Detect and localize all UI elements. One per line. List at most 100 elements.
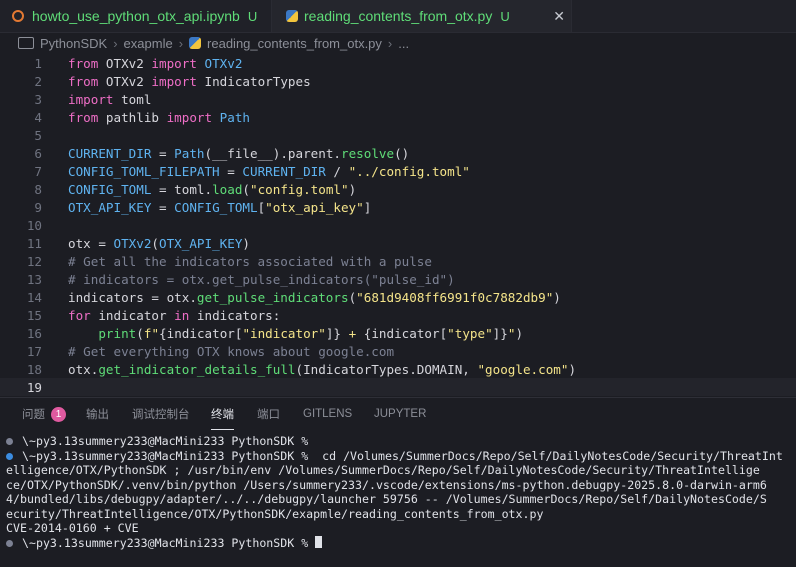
code-line[interactable]: 18 otx.get_indicator_details_full(Indicat… — [0, 360, 796, 378]
code-token: OTXv2 — [98, 73, 152, 89]
line-number: 10 — [26, 217, 42, 233]
code-token: "681d9408ff6991f0c7882db9" — [356, 289, 554, 305]
code-token: (__file__).parent. — [204, 145, 341, 161]
code-token: / — [325, 163, 349, 179]
terminal-prompt: \~py3.13summery233@MacMini233 PythonSDK … — [22, 535, 316, 550]
terminal-line: \~py3.13summery233@MacMini233 PythonSDK … — [0, 449, 796, 464]
chevron-right-icon: › — [178, 35, 184, 51]
chevron-right-icon: › — [113, 35, 118, 51]
command-status-dot[interactable] — [6, 438, 13, 445]
line-number: 14 — [26, 289, 42, 305]
tab-terminal[interactable]: 终端 — [211, 398, 234, 430]
code-line[interactable]: 6 CURRENT_DIR = Path(__file__).parent.res… — [0, 144, 796, 162]
code-token: indicators = otx. — [68, 289, 197, 305]
breadcrumb-item[interactable]: PythonSDK — [40, 36, 107, 51]
code-comment: # indicators = otx.get_pulse_indicators(… — [68, 271, 455, 287]
code-token: import — [166, 109, 213, 125]
code-token: "type" — [447, 325, 493, 341]
line-number: 6 — [34, 145, 42, 161]
terminal-line: elligence/OTX/PythonSDK ; /usr/bin/env /… — [0, 463, 796, 478]
code-token: for — [68, 307, 91, 323]
code-token: import — [151, 73, 197, 89]
code-line[interactable]: 14 indicators = otx.get_pulse_indicators(… — [0, 288, 796, 306]
code-token: OTX_API_KEY — [68, 199, 152, 215]
code-line[interactable]: 1 from OTXv2 import OTXv2 — [0, 54, 796, 72]
terminal-line: 4/bundled/libs/debugpy/adapter/../../deb… — [0, 492, 796, 507]
editor-tab-bar: howto_use_python_otx_api.ipynb U reading… — [0, 0, 796, 33]
tab-jupyter[interactable]: JUPYTER — [374, 398, 426, 430]
code-line[interactable]: 17 # Get everything OTX knows about googl… — [0, 342, 796, 360]
code-line[interactable]: 2 from OTXv2 import IndicatorTypes — [0, 72, 796, 90]
code-line[interactable]: 11 otx = OTXv2(OTX_API_KEY) — [0, 234, 796, 252]
terminal-line: ecurity/ThreatIntelligence/OTX/PythonSDK… — [0, 507, 796, 522]
code-token: ( — [242, 181, 251, 197]
code-line[interactable]: 12 # Get all the indicators associated wi… — [0, 252, 796, 270]
tab-gitlens[interactable]: GITLENS — [303, 398, 352, 430]
line-number: 4 — [34, 109, 42, 125]
tab-ports[interactable]: 端口 — [257, 398, 280, 430]
code-token: otx. — [68, 361, 99, 377]
code-line[interactable]: 8 CONFIG_TOML = toml.load("config.toml") — [0, 180, 796, 198]
code-token: indicators: — [189, 307, 281, 323]
panel-tab-bar: 问题 1 输出 调试控制台 终端 端口 GITLENS JUPYTER — [0, 398, 796, 430]
code-token: Path — [212, 109, 251, 125]
breadcrumb-item[interactable]: reading_contents_from_otx.py — [207, 36, 382, 51]
code-line[interactable]: 3 import toml — [0, 90, 796, 108]
breadcrumb-item[interactable]: exapmle — [124, 36, 173, 51]
code-token: from — [68, 73, 99, 89]
code-line-current[interactable]: 19 — [0, 378, 796, 396]
code-token: from — [68, 109, 99, 125]
code-line[interactable]: 16 print(f"{indicator["indicator"]} + {i… — [0, 324, 796, 342]
code-token: = — [219, 163, 243, 179]
terminal-text: ce/OTX/PythonSDK/.venv/bin/python /Users… — [6, 477, 767, 492]
code-token: (IndicatorTypes.DOMAIN, — [295, 361, 478, 377]
code-token: {indicator[ — [363, 325, 448, 341]
code-token: import — [151, 55, 197, 71]
code-token: CONFIG_TOML_FILEPATH — [68, 163, 220, 179]
tab-python-file[interactable]: reading_contents_from_otx.py U ✕ — [272, 0, 572, 32]
code-line[interactable]: 15 for indicator in indicators: — [0, 306, 796, 324]
code-token: "../config.toml" — [348, 163, 470, 179]
code-line[interactable]: 5 — [0, 126, 796, 144]
code-token: print — [98, 325, 137, 341]
code-editor[interactable]: 1 from OTXv2 import OTXv2 2 from OTXv2 imp… — [0, 53, 796, 397]
tab-label: JUPYTER — [374, 408, 427, 420]
breadcrumb: PythonSDK › exapmle › reading_contents_f… — [0, 33, 796, 53]
line-number: 18 — [26, 361, 42, 377]
code-line[interactable]: 7 CONFIG_TOML_FILEPATH = CURRENT_DIR / ".… — [0, 162, 796, 180]
breadcrumb-item[interactable]: ... — [398, 36, 409, 51]
close-icon[interactable]: ✕ — [553, 8, 565, 25]
terminal-output[interactable]: \~py3.13summery233@MacMini233 PythonSDK … — [0, 434, 796, 550]
code-token: f" — [143, 325, 160, 341]
folder-icon — [18, 37, 34, 49]
code-token: = — [151, 145, 175, 161]
code-token: "indicator" — [242, 325, 326, 341]
code-line[interactable]: 10 — [0, 216, 796, 234]
command-status-dot[interactable] — [6, 539, 13, 547]
tab-output[interactable]: 输出 — [86, 398, 109, 430]
code-token: OTXv2 — [113, 235, 152, 251]
command-status-dot[interactable] — [6, 452, 13, 460]
line-number: 8 — [34, 181, 42, 197]
code-token: ) — [568, 361, 577, 377]
code-token: "otx_api_key" — [265, 199, 364, 215]
tab-label: 调试控制台 — [132, 409, 190, 421]
code-token: = toml. — [151, 181, 213, 197]
tab-problems[interactable]: 问题 1 — [22, 398, 66, 430]
code-token: import — [68, 91, 114, 107]
code-line[interactable]: 4 from pathlib import Path — [0, 108, 796, 126]
code-token: load — [212, 181, 243, 197]
line-number: 3 — [34, 91, 42, 107]
code-line[interactable]: 9 OTX_API_KEY = CONFIG_TOML["otx_api_key"… — [0, 198, 796, 216]
tab-debug-console[interactable]: 调试控制台 — [132, 398, 190, 430]
code-token: indicator — [90, 307, 175, 323]
code-line[interactable]: 13 # indicators = otx.get_pulse_indicator… — [0, 270, 796, 288]
tab-notebook[interactable]: howto_use_python_otx_api.ipynb U — [0, 0, 272, 32]
code-token: get_pulse_indicators — [196, 289, 349, 305]
line-number: 16 — [26, 325, 42, 341]
untracked-badge: U — [500, 8, 510, 24]
tab-label: 端口 — [257, 409, 280, 421]
tab-label: howto_use_python_otx_api.ipynb — [32, 8, 240, 24]
code-token: pathlib — [98, 109, 167, 125]
